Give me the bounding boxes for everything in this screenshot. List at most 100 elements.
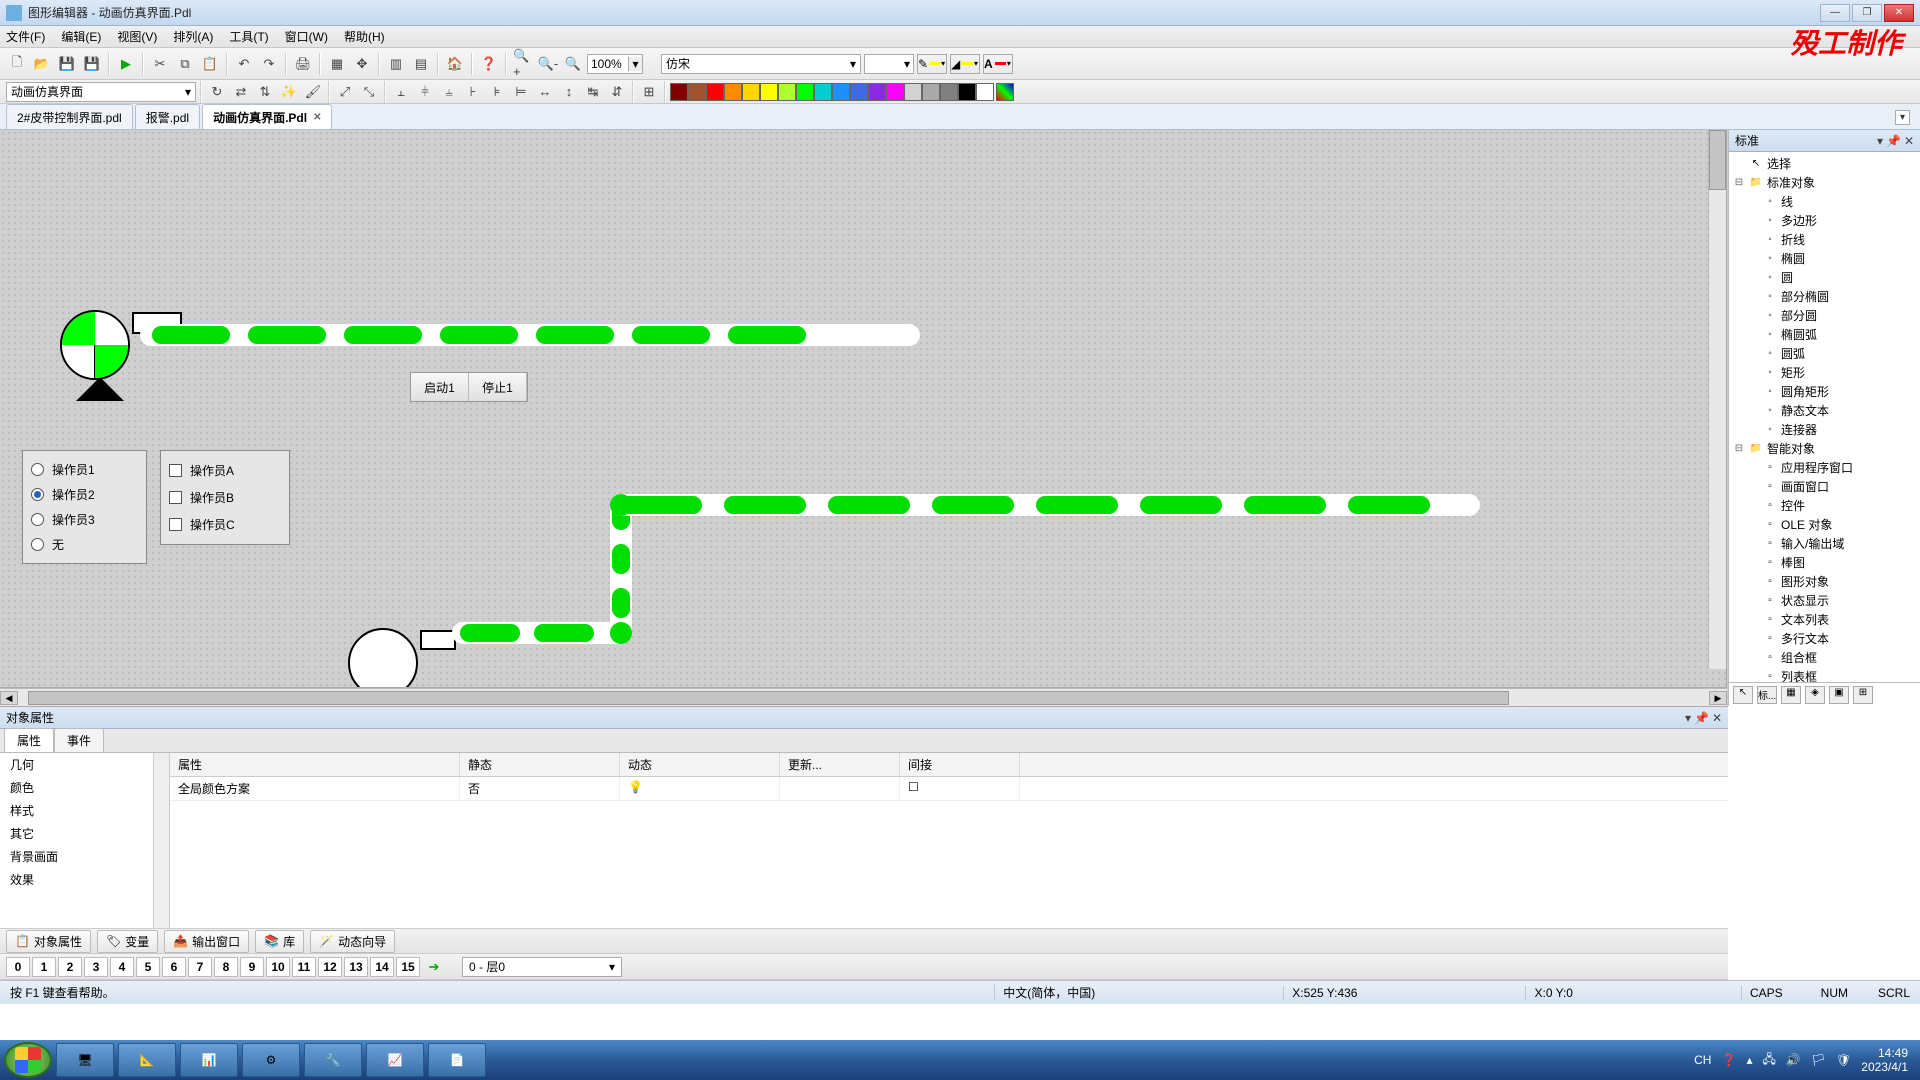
props-tab-attributes[interactable]: 属性 <box>4 728 54 752</box>
tray-icon-1[interactable]: ❓ <box>1721 1053 1736 1067</box>
palette-color[interactable] <box>670 83 688 101</box>
taskbar-item-5[interactable]: 🔧 <box>304 1043 362 1077</box>
grid-button[interactable]: ▦ <box>326 53 348 75</box>
bottom-tab-library[interactable]: 📚库 <box>255 930 304 953</box>
tree-node[interactable]: ▫图形对象 <box>1729 572 1920 591</box>
tree-node[interactable]: ⊟📁标准对象 <box>1729 173 1920 192</box>
tree-node[interactable]: ▫控件 <box>1729 496 1920 515</box>
conveyor-1[interactable] <box>140 324 920 346</box>
tree-node[interactable]: ◦椭圆弧 <box>1729 325 1920 344</box>
object-tree[interactable]: ↖选择⊟📁标准对象◦线◦多边形◦折线◦椭圆◦圆◦部分椭圆◦部分圆◦椭圆弧◦圆弧◦… <box>1729 152 1920 682</box>
palette-color[interactable] <box>778 83 796 101</box>
tree-node[interactable]: ▫输入/输出域 <box>1729 534 1920 553</box>
tree-node[interactable]: ◦椭圆 <box>1729 249 1920 268</box>
tool-flip-button[interactable]: ⇅ <box>254 81 276 103</box>
layer-number-8[interactable]: 8 <box>214 957 238 977</box>
props-tab-events[interactable]: 事件 <box>54 728 104 752</box>
taskbar-clock[interactable]: 14:49 2023/4/1 <box>1861 1046 1908 1074</box>
tree-node[interactable]: ◦线 <box>1729 192 1920 211</box>
taskbar-item-2[interactable]: 📐 <box>118 1043 176 1077</box>
layer-number-3[interactable]: 3 <box>84 957 108 977</box>
palette-tab-3[interactable]: ◈ <box>1805 686 1825 704</box>
bottom-tab-wizard[interactable]: 🪄动态向导 <box>310 930 395 953</box>
tree-node[interactable]: ◦矩形 <box>1729 363 1920 382</box>
font-size-select[interactable]: ▾ <box>864 54 914 74</box>
layer-number-7[interactable]: 7 <box>188 957 212 977</box>
tray-flag-icon[interactable]: 🏳 <box>1811 1053 1826 1067</box>
tool-mirror-button[interactable]: ⇄ <box>230 81 252 103</box>
property-category-list[interactable]: 几何 颜色 样式 其它 背景画面 效果 <box>0 753 170 928</box>
tray-network-icon[interactable]: 🖧 <box>1762 1050 1775 1071</box>
save-all-button[interactable]: 💾 <box>81 53 103 75</box>
props-close-icon[interactable]: ✕ <box>1712 711 1722 725</box>
align-top-button[interactable]: ⫠ <box>390 81 412 103</box>
palette-color[interactable] <box>742 83 760 101</box>
menu-tools[interactable]: 工具(T) <box>229 28 268 45</box>
tree-node[interactable]: ▫列表框 <box>1729 667 1920 682</box>
props-pin-icon[interactable]: 📌 <box>1694 711 1709 725</box>
layout2-button[interactable]: ▤ <box>410 53 432 75</box>
palette-pin-icon[interactable]: 📌 <box>1886 134 1901 148</box>
check-opB[interactable] <box>169 491 182 504</box>
bottom-tab-output[interactable]: 📤输出窗口 <box>164 930 249 953</box>
canvas-vscrollbar[interactable] <box>1708 130 1726 669</box>
tab-alarm[interactable]: 报警.pdl <box>135 104 200 129</box>
tab-animation-sim[interactable]: 动画仿真界面.Pdl ✕ <box>202 104 332 129</box>
undo-button[interactable]: ↶ <box>233 53 255 75</box>
restore-button[interactable]: ❐ <box>1852 4 1882 22</box>
tree-node[interactable]: ▫文本列表 <box>1729 610 1920 629</box>
canvas-hscrollbar[interactable]: ◀▶ <box>0 688 1727 706</box>
layer-number-0[interactable]: 0 <box>6 957 30 977</box>
font-family-select[interactable]: 仿宋▾ <box>661 54 861 74</box>
layer-number-1[interactable]: 1 <box>32 957 56 977</box>
tree-node[interactable]: ▫应用程序窗口 <box>1729 458 1920 477</box>
menu-edit[interactable]: 编辑(E) <box>61 28 101 45</box>
tree-node[interactable]: ◦多边形 <box>1729 211 1920 230</box>
paste-button[interactable]: 📋 <box>199 53 221 75</box>
zoom-value[interactable] <box>588 55 628 73</box>
tree-node[interactable]: ▫组合框 <box>1729 648 1920 667</box>
palette-color[interactable] <box>886 83 904 101</box>
menu-view[interactable]: 视图(V) <box>117 28 157 45</box>
layer-next-button[interactable]: ➔ <box>423 956 445 978</box>
minimize-button[interactable]: — <box>1820 4 1850 22</box>
layer-number-6[interactable]: 6 <box>162 957 186 977</box>
layout1-button[interactable]: ▥ <box>385 53 407 75</box>
layer-number-10[interactable]: 10 <box>266 957 290 977</box>
bottom-tab-variables[interactable]: 🏷变量 <box>97 930 158 953</box>
copy-button[interactable]: ⧉ <box>174 53 196 75</box>
palette-more-button[interactable] <box>996 83 1014 101</box>
menu-window[interactable]: 窗口(W) <box>285 28 328 45</box>
tab-overflow-button[interactable]: ▾ <box>1895 110 1910 125</box>
props-dropdown-icon[interactable]: ▾ <box>1685 711 1691 725</box>
palette-color[interactable] <box>814 83 832 101</box>
palette-color[interactable] <box>706 83 724 101</box>
start-button[interactable] <box>4 1042 52 1078</box>
zoom-combo[interactable]: ▾ <box>587 54 643 74</box>
align-bot-button[interactable]: ⫨ <box>438 81 460 103</box>
bulb-icon[interactable]: 💡 <box>628 780 643 794</box>
close-tab-icon[interactable]: ✕ <box>313 112 321 123</box>
text-color-button[interactable]: A▾ <box>983 54 1013 74</box>
property-row[interactable]: 全局颜色方案 否 💡 ☐ <box>170 777 1728 801</box>
tree-node[interactable]: ⊟📁智能对象 <box>1729 439 1920 458</box>
taskbar-item-1[interactable]: 🖥 <box>56 1043 114 1077</box>
layer-number-12[interactable]: 12 <box>318 957 342 977</box>
tool-brush-button[interactable]: 🖌 <box>302 81 324 103</box>
menu-help[interactable]: 帮助(H) <box>344 28 385 45</box>
dist-v-button[interactable]: ↕ <box>558 81 580 103</box>
tree-node[interactable]: ◦部分圆 <box>1729 306 1920 325</box>
tab-belt-control[interactable]: 2#皮带控制界面.pdl <box>6 104 133 129</box>
tree-node[interactable]: ◦静态文本 <box>1729 401 1920 420</box>
tree-node[interactable]: ◦圆角矩形 <box>1729 382 1920 401</box>
snap-button[interactable]: ✥ <box>351 53 373 75</box>
layer-number-11[interactable]: 11 <box>292 957 316 977</box>
align-left-button[interactable]: ⤢ <box>334 81 356 103</box>
tree-node[interactable]: ▫OLE 对象 <box>1729 515 1920 534</box>
palette-color[interactable] <box>922 83 940 101</box>
tree-node[interactable]: ◦部分椭圆 <box>1729 287 1920 306</box>
tree-node[interactable]: ◦折线 <box>1729 230 1920 249</box>
radio-op3[interactable] <box>31 513 44 526</box>
layer-number-5[interactable]: 5 <box>136 957 160 977</box>
stop1-button[interactable]: 停止1 <box>469 373 527 401</box>
